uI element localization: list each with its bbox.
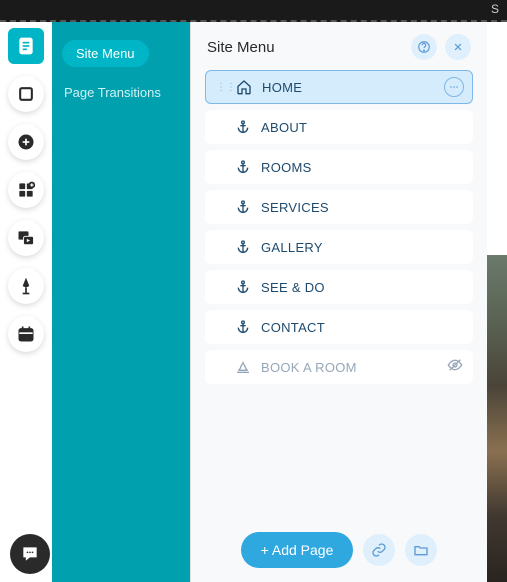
anchor-icon [235,239,251,255]
link-button[interactable] [363,534,395,566]
page-item[interactable]: ⋮⋮BOOK A ROOM [205,350,473,384]
page-label: BOOK A ROOM [261,360,357,375]
home-icon [236,79,252,95]
help-button[interactable] [411,34,437,60]
more-button[interactable] [444,77,464,97]
page-label: GALLERY [261,240,323,255]
anchor-icon [235,319,251,335]
blog-icon[interactable] [8,268,44,304]
apps-icon[interactable] [8,172,44,208]
sidebar-panel: Site Menu Page Transitions [52,22,190,582]
top-bar: S [0,0,507,22]
media-icon[interactable] [8,220,44,256]
chat-button[interactable] [10,534,50,574]
folder-button[interactable] [405,534,437,566]
anchor-icon [235,159,251,175]
page-item[interactable]: ⋮⋮SEE & DO [205,270,473,304]
anchor-icon [235,119,251,135]
bookings-icon[interactable] [8,316,44,352]
tab-site-menu[interactable]: Site Menu [62,40,149,67]
page-item[interactable]: ⋮⋮CONTACT [205,310,473,344]
page-item[interactable]: ⋮⋮GALLERY [205,230,473,264]
panel-title: Site Menu [207,39,275,56]
hidden-icon[interactable] [447,357,463,378]
pages-icon[interactable] [8,28,44,64]
page-item[interactable]: ⋮⋮ HOME [205,70,473,104]
editor-canvas: Site Menu Page Transitions Site Menu ⋮⋮ H… [0,22,507,582]
add-icon[interactable] [8,124,44,160]
page-label: ABOUT [261,120,307,135]
anchor-icon [235,199,251,215]
page-label: HOME [262,80,302,95]
page-label: SEE & DO [261,280,325,295]
page-item[interactable]: ⋮⋮ROOMS [205,150,473,184]
left-toolbar [0,22,52,582]
drag-handle-icon[interactable]: ⋮⋮ [216,82,226,93]
page-label: ROOMS [261,160,312,175]
background-icon[interactable] [8,76,44,112]
close-button[interactable] [445,34,471,60]
page-item[interactable]: ⋮⋮ABOUT [205,110,473,144]
panel-footer: + Add Page [191,518,487,582]
page-label: CONTACT [261,320,325,335]
panel-header: Site Menu [191,22,487,70]
anchor-icon [235,279,251,295]
site-menu-panel: Site Menu ⋮⋮ HOME ⋮⋮ABOUT ⋮⋮ROOMS ⋮⋮SERVICES… [190,22,487,582]
page-item[interactable]: ⋮⋮SERVICES [205,190,473,224]
page-label: SERVICES [261,200,329,215]
bell-icon [235,359,251,375]
link-page-transitions[interactable]: Page Transitions [62,81,180,104]
add-page-button[interactable]: + Add Page [241,532,354,568]
page-list: ⋮⋮ HOME ⋮⋮ABOUT ⋮⋮ROOMS ⋮⋮SERVICES ⋮⋮GALLERY ⋮… [191,70,487,518]
topbar-text: S [491,2,499,16]
